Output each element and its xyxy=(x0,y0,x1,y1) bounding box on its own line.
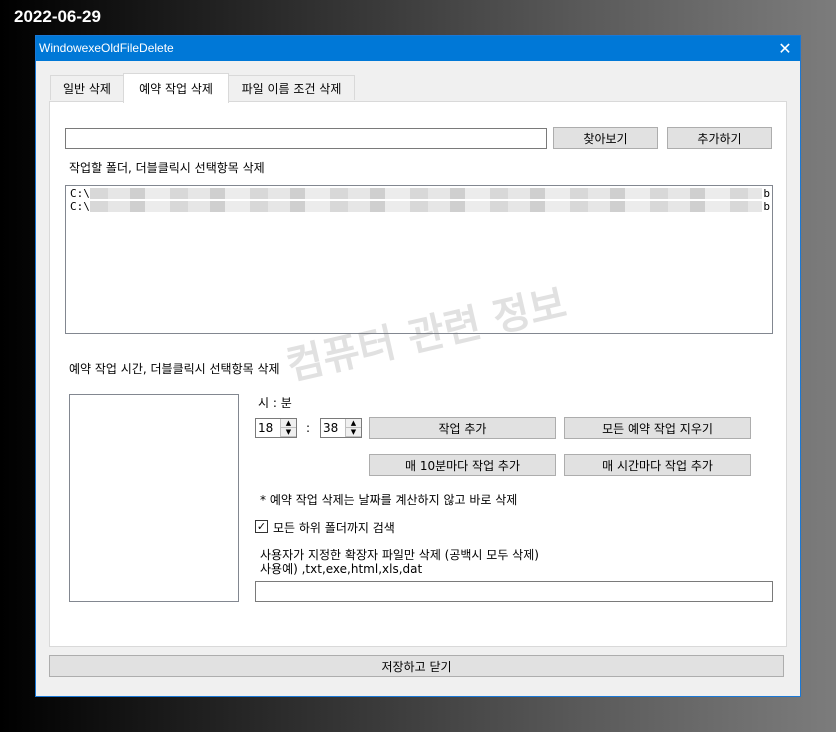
clear-all-jobs-button[interactable]: 모든 예약 작업 지우기 xyxy=(564,417,751,439)
spinner-arrows: ▲ ▼ xyxy=(345,419,361,437)
tab-label: 파일 이름 조건 삭제 xyxy=(241,81,342,96)
hour-spinner[interactable]: 18 ▲ ▼ xyxy=(255,418,297,438)
title-bar: WindowexeOldFileDelete ✕ xyxy=(36,36,800,61)
schedule-note: * 예약 작업 삭제는 날짜를 계산하지 않고 바로 삭제 xyxy=(260,493,518,507)
date-stamp: 2022-06-29 xyxy=(14,7,101,26)
extension-filter-input[interactable] xyxy=(255,581,773,602)
tab-label: 예약 작업 삭제 xyxy=(139,82,213,96)
list-item-prefix: C:\ xyxy=(70,187,90,200)
browse-button[interactable]: 찾아보기 xyxy=(553,127,658,149)
spinner-arrows: ▲ ▼ xyxy=(280,419,296,437)
hour-value: 18 xyxy=(258,421,274,435)
list-item[interactable]: C:\ b xyxy=(66,186,772,200)
window-title: WindowexeOldFileDelete xyxy=(39,41,174,55)
minute-value: 38 xyxy=(323,421,339,435)
redacted-path xyxy=(90,188,762,199)
schedule-listbox[interactable] xyxy=(69,394,239,602)
save-and-close-button[interactable]: 저장하고 닫기 xyxy=(49,655,784,677)
subfolders-checkbox[interactable]: ✓ xyxy=(255,520,268,533)
folder-list-caption: 작업할 폴더, 더블클릭시 선택항목 삭제 xyxy=(69,161,265,175)
tab-label: 일반 삭제 xyxy=(63,81,111,96)
close-icon[interactable]: ✕ xyxy=(770,36,800,61)
time-label: 시 : 분 xyxy=(258,396,292,410)
tab-scheduled-delete[interactable]: 예약 작업 삭제 xyxy=(123,73,229,103)
spin-down-icon[interactable]: ▼ xyxy=(346,428,361,437)
folder-path-input[interactable] xyxy=(65,128,547,149)
add-job-button[interactable]: 작업 추가 xyxy=(369,417,556,439)
tab-filename-condition-delete[interactable]: 파일 이름 조건 삭제 xyxy=(228,75,355,100)
redacted-path xyxy=(90,201,762,212)
spin-down-icon[interactable]: ▼ xyxy=(281,428,296,437)
list-item[interactable]: C:\ b xyxy=(66,200,772,214)
tab-general-delete[interactable]: 일반 삭제 xyxy=(50,75,124,100)
schedule-list-caption: 예약 작업 시간, 더블클릭시 선택항목 삭제 xyxy=(69,362,280,376)
add-folder-button[interactable]: 추가하기 xyxy=(667,127,772,149)
subfolders-label: 모든 하위 폴더까지 검색 xyxy=(273,521,395,535)
minute-spinner[interactable]: 38 ▲ ▼ xyxy=(320,418,362,438)
time-separator: : xyxy=(306,421,311,435)
list-item-suffix: b xyxy=(763,200,770,213)
list-item-suffix: b xyxy=(763,187,770,200)
tab-panel: 찾아보기 추가하기 작업할 폴더, 더블클릭시 선택항목 삭제 C:\ b C:… xyxy=(49,101,787,647)
add-every-10min-button[interactable]: 매 10분마다 작업 추가 xyxy=(369,454,556,476)
extension-example: 사용예) ,txt,exe,html,xls,dat xyxy=(260,562,423,576)
app-window: WindowexeOldFileDelete ✕ 일반 삭제 예약 작업 삭제 … xyxy=(35,35,801,697)
list-item-prefix: C:\ xyxy=(70,200,90,213)
add-every-hour-button[interactable]: 매 시간마다 작업 추가 xyxy=(564,454,751,476)
folder-listbox[interactable]: C:\ b C:\ b xyxy=(65,185,773,334)
spin-up-icon[interactable]: ▲ xyxy=(281,419,296,428)
spin-up-icon[interactable]: ▲ xyxy=(346,419,361,428)
